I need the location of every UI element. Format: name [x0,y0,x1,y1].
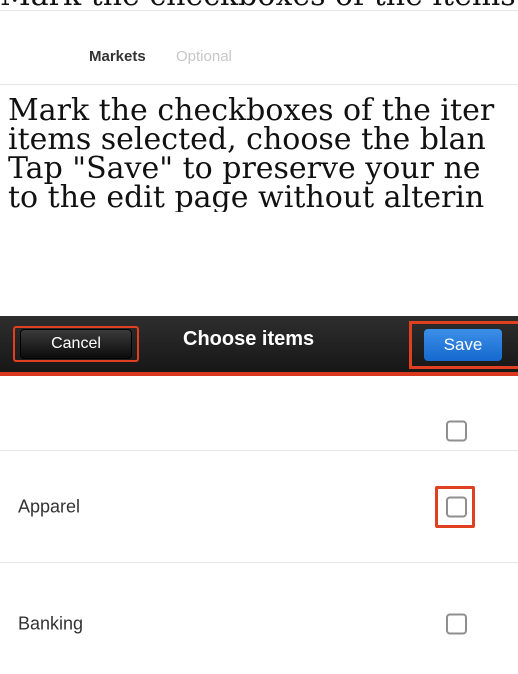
divider [0,84,518,85]
field-optional-hint: Optional [176,48,232,65]
save-button[interactable]: Save [424,329,502,361]
item-label: Apparel [18,496,81,517]
divider [0,562,518,563]
instructions-paragraph: Mark the checkboxes of the iter items se… [8,96,518,212]
item-checkbox[interactable] [446,420,467,442]
markets-field-row[interactable]: Markets Optional [0,10,518,84]
divider [0,450,518,451]
checkbox-highlight [435,486,475,528]
cropped-text: Mark the checkboxes of the items [0,0,516,10]
cancel-button-highlight: Cancel [13,326,139,362]
choose-items-navbar: Cancel Choose items Save [0,316,518,376]
cancel-button[interactable]: Cancel [20,329,132,359]
instruction-line: Mark the checkboxes of the iter [8,96,495,128]
navbar-title: Choose items [183,328,315,350]
list-item[interactable]: Banking [0,564,518,674]
instruction-line: Tap "Save" to preserve your ne [8,151,481,186]
field-label: Markets [89,48,146,65]
instruction-line: to the edit page without alterin [8,180,485,213]
item-checkbox[interactable] [446,613,467,635]
cropped-text-fragment: Mark the checkboxes of the items [0,0,518,10]
instruction-line: items selected, choose the blan [8,122,486,157]
save-button-highlight: Save [409,321,518,369]
item-label: Banking [18,613,84,634]
